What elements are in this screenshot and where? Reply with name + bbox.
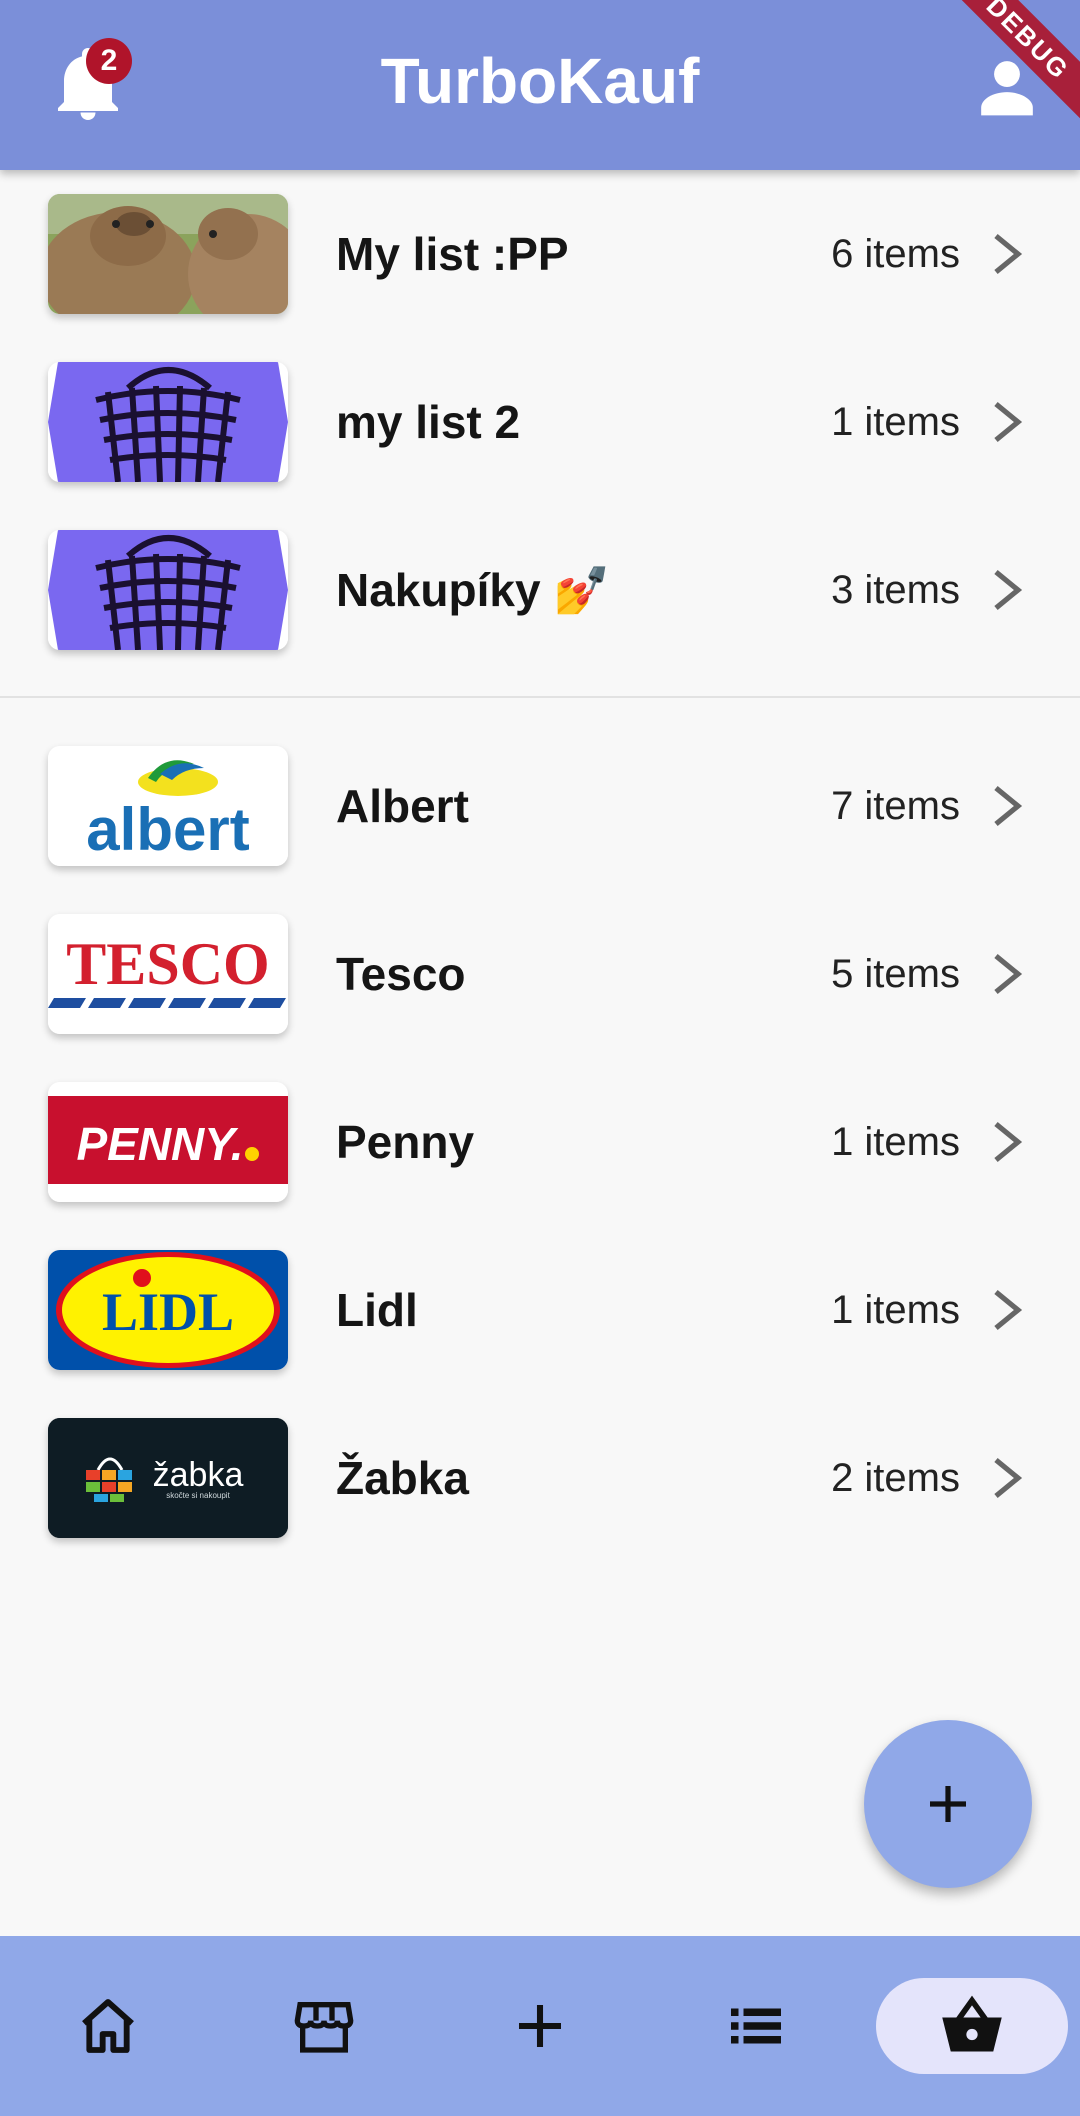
- list-name: Nakupíky 💅: [336, 564, 611, 616]
- nav-stores[interactable]: [274, 1976, 374, 2076]
- store-item-zabka[interactable]: žabka skočte si nakoupit Žabka 2 items: [0, 1394, 1080, 1562]
- list-item[interactable]: my list 2 1 items: [0, 338, 1080, 506]
- chevron-right-icon: [994, 233, 1023, 275]
- store-item-tesco[interactable]: TESCO Tesco 5 items: [0, 890, 1080, 1058]
- capybara-photo: [48, 194, 288, 314]
- penny-logo: PENNY.: [48, 1082, 288, 1202]
- item-count: 2 items: [831, 1456, 960, 1500]
- albert-logo: albert: [48, 746, 288, 866]
- list-name: My list :PP: [336, 228, 569, 280]
- logo-text: žabka: [153, 1456, 244, 1494]
- add-icon: [519, 2005, 561, 2047]
- logo-text: albert: [86, 796, 249, 863]
- list-icon: [731, 2008, 781, 2044]
- item-count: 1 items: [831, 1120, 960, 1164]
- debug-banner: DEBUG: [960, 0, 1080, 120]
- add-list-fab[interactable]: [864, 1720, 1032, 1888]
- store-item-lidl[interactable]: LIDL Lidl 1 items: [0, 1226, 1080, 1394]
- item-count: 7 items: [831, 784, 960, 828]
- chevron-right-icon: [994, 401, 1023, 443]
- list-name: my list 2: [336, 396, 521, 448]
- store-name: Žabka: [336, 1452, 469, 1504]
- section-divider: [0, 696, 1080, 698]
- bottom-navigation: [0, 1936, 1080, 2116]
- store-item-albert[interactable]: albert Albert 7 items: [0, 722, 1080, 890]
- chevron-right-icon: [994, 785, 1023, 827]
- item-count: 3 items: [831, 568, 960, 612]
- home-icon: [82, 1999, 134, 2053]
- logo-text: PENNY.: [76, 1118, 243, 1170]
- store-icon: [294, 2002, 354, 2053]
- chevron-right-icon: [994, 569, 1023, 611]
- tesco-logo: TESCO: [48, 914, 288, 1034]
- item-count: 1 items: [831, 400, 960, 444]
- page-title: TurboKauf: [380, 45, 700, 117]
- basket-icon: [942, 1995, 1002, 2052]
- list-item[interactable]: Nakupíky 💅 3 items: [0, 506, 1080, 674]
- nav-home[interactable]: [58, 1976, 158, 2076]
- app-bar: 2 TurboKauf: [0, 0, 1080, 170]
- chevron-right-icon: [994, 1289, 1023, 1331]
- item-count: 5 items: [831, 952, 960, 996]
- store-name: Lidl: [336, 1284, 418, 1336]
- nav-lists[interactable]: [706, 1976, 806, 2076]
- store-name: Penny: [336, 1116, 475, 1168]
- logo-text: TESCO: [66, 931, 269, 997]
- nav-basket[interactable]: [876, 1978, 1068, 2074]
- list-item[interactable]: My list :PP 6 items: [0, 170, 1080, 338]
- item-count: 1 items: [831, 1288, 960, 1332]
- chevron-right-icon: [994, 1121, 1023, 1163]
- logo-text: LIDL: [102, 1282, 234, 1342]
- store-item-penny[interactable]: PENNY. Penny 1 items: [0, 1058, 1080, 1226]
- lidl-logo: LIDL: [48, 1250, 288, 1370]
- store-name: Albert: [336, 780, 469, 832]
- store-name: Tesco: [336, 948, 466, 1000]
- nav-add[interactable]: [490, 1976, 590, 2076]
- chevron-right-icon: [994, 1457, 1023, 1499]
- basket-logo: [48, 530, 288, 650]
- basket-logo: [48, 362, 288, 482]
- zabka-logo: žabka skočte si nakoupit: [48, 1418, 288, 1538]
- logo-subtext: skočte si nakoupit: [166, 1491, 230, 1500]
- item-count: 6 items: [831, 232, 960, 276]
- plus-icon: [930, 1786, 966, 1822]
- chevron-right-icon: [994, 953, 1023, 995]
